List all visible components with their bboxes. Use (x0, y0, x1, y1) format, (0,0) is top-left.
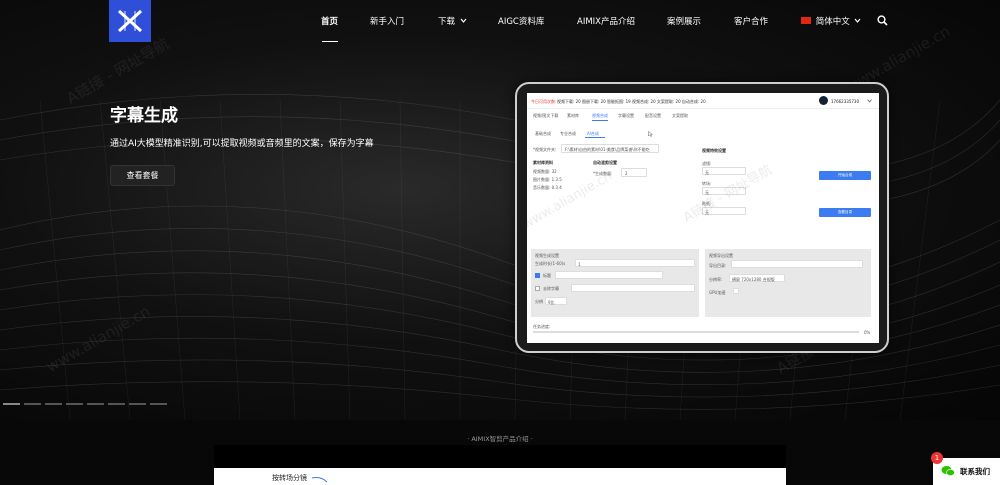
material-videos: 视频数量: 32 (533, 169, 557, 174)
subtab-pro[interactable]: 专业合成 (560, 131, 576, 137)
subtab-basic[interactable]: 基础合成 (535, 131, 551, 137)
user-phone: 17662335730 (831, 99, 859, 104)
wechat-icon (941, 466, 955, 477)
progress-value: 0% (864, 330, 871, 335)
carousel-dot[interactable] (45, 403, 62, 405)
search-icon[interactable] (877, 15, 888, 26)
contact-us-button[interactable]: 联系我们 (933, 458, 1000, 485)
material-section-title: 素材库资料 (533, 160, 553, 165)
tab-extract[interactable]: 文案提取 (672, 113, 688, 119)
section-heading: · AIMIX智剪产品介绍 · (467, 435, 533, 443)
nav-beginner[interactable]: 新手入门 (370, 15, 404, 29)
chevron-down-icon (460, 18, 467, 23)
quality-select[interactable]: 横屏 720x1280 合规版 (729, 274, 785, 282)
subtitle-checkbox[interactable] (535, 286, 540, 291)
tab-download[interactable]: 视频/图文下载 (533, 113, 558, 119)
nav-active-indicator (322, 41, 338, 42)
product-video[interactable]: 按转场分镜 (214, 445, 786, 485)
res-label: 分辨 (535, 299, 543, 304)
subtitle-input[interactable] (571, 284, 695, 292)
folder-input[interactable]: F:\素材\自由的素材\01-美食\品牌菜谱\你不能吃 (561, 144, 659, 153)
carousel-dot[interactable] (24, 403, 41, 405)
folder-value: F:\素材\自由的素材\01-美食\品牌菜谱\你不能吃 (565, 147, 650, 152)
filter-value: 无 (705, 170, 709, 175)
res-value: 9比 (548, 300, 555, 305)
view-plans-button[interactable]: 查看套餐 (110, 165, 175, 186)
material-music: 音乐数量: 0.3.4 (533, 185, 562, 190)
progress-bar (533, 331, 859, 333)
auto-count-value: 2 (625, 171, 628, 176)
auto-section-title: 自动混剪设置 (593, 160, 617, 165)
remove-subtitle-label: 去除字幕 (543, 286, 559, 291)
video-frame: 按转场分镜 (214, 468, 786, 485)
hero-subtitle: 通过AI大模型精准识别,可以提取视频或音频里的文案，保存为字幕 (110, 139, 374, 149)
video-caption: 按转场分镜 (272, 474, 307, 482)
subtab-active-indicator (585, 137, 605, 138)
auto-count-input[interactable]: 2 (621, 168, 647, 177)
carousel-dot[interactable] (3, 403, 20, 405)
nav-download-label: 下载 (438, 17, 456, 27)
nav-cases[interactable]: 案例展示 (667, 15, 701, 29)
carousel-dot[interactable] (129, 403, 146, 405)
carousel-dot[interactable] (150, 403, 167, 405)
gpu-label: GPU加速 (709, 290, 726, 295)
notification-badge: 1 (931, 452, 943, 464)
gen-time-input[interactable]: 1 (575, 259, 695, 267)
stats-label: 今日可用次数: (531, 99, 557, 104)
cursor-icon (648, 131, 653, 137)
gpu-toggle[interactable] (733, 288, 739, 294)
carousel-dot[interactable] (66, 403, 83, 405)
nav-aigc[interactable]: AIGC资料库 (498, 15, 544, 29)
bracket-icon (311, 477, 328, 483)
export-path-input[interactable] (731, 260, 863, 268)
nav-products[interactable]: AIMIX产品介绍 (577, 15, 635, 29)
china-flag-icon (801, 17, 811, 24)
nav-language-label: 简体中文 (815, 17, 850, 27)
site-logo[interactable] (109, 0, 151, 42)
app-screenshot: 今日可用次数: 视频下载: 20 图册下载: 20 智能抠图: 19 视频合成:… (527, 93, 879, 343)
hero-title: 字幕生成 (110, 106, 178, 126)
nav-language[interactable]: 简体中文 (801, 15, 861, 29)
nav-home[interactable]: 首页 (321, 15, 338, 29)
folder-label: *视频文件夹: (533, 147, 557, 152)
export-path-label: 导出目录: (709, 263, 727, 268)
gen-time-value: 1 (578, 262, 581, 267)
tab-voice[interactable]: 配音设置 (645, 113, 661, 119)
panel-right-title: 视频导出设置 (709, 253, 733, 258)
stats-text: 视频下载: 20 图册下载: 20 智能抠图: 19 视频合成: 20 文案提取… (557, 99, 706, 104)
chevron-down-icon[interactable] (867, 99, 872, 103)
title-checkbox[interactable] (535, 273, 540, 278)
title-input[interactable] (555, 271, 663, 279)
tab-library[interactable]: 素材库 (567, 113, 579, 119)
carousel-dot[interactable] (108, 403, 125, 405)
carousel-dot[interactable] (87, 403, 104, 405)
tab-active-indicator (592, 120, 608, 121)
tab-compose[interactable]: 视频合成 (592, 113, 608, 119)
chevron-down-icon (854, 18, 861, 23)
gen-time-label: 生成时长(1-60)s (535, 261, 566, 266)
logo-icon (117, 9, 143, 33)
avatar (819, 96, 828, 105)
tab-subtitle[interactable]: 字幕设置 (618, 113, 634, 119)
material-images: 图片数量: 1.3.5 (533, 177, 562, 182)
export-settings-panel: 视频导出设置 导出目录: 分辨率: 横屏 720x1280 合规版 GPU加速 (705, 249, 871, 317)
start-compose-button[interactable]: 开始合成 (819, 171, 871, 180)
tablet-mockup: 今日可用次数: 视频下载: 20 图册下载: 20 智能抠图: 19 视频合成:… (515, 82, 889, 353)
panel-left-title: 视频生成设置 (535, 253, 559, 258)
progress-label: 任务进度: (533, 324, 551, 329)
nav-download[interactable]: 下载 (438, 15, 467, 29)
nav-partners[interactable]: 客户合作 (734, 15, 768, 29)
quality-value: 横屏 720x1280 合规版 (732, 277, 775, 282)
title-label: 标题 (543, 273, 551, 278)
carousel-indicators[interactable] (3, 403, 167, 405)
contact-label: 联系我们 (960, 467, 990, 476)
divider (527, 108, 879, 109)
quality-label: 分辨率: (709, 277, 723, 282)
res-select[interactable]: 9比 (545, 297, 567, 305)
open-folder-button[interactable]: 查看目录 (819, 208, 871, 217)
effects-section-title: 视频特效设置 (702, 148, 726, 153)
generate-settings-panel: 视频生成设置 生成时长(1-60)s 1 标题 去除字幕 分辨 9比 (531, 249, 699, 317)
